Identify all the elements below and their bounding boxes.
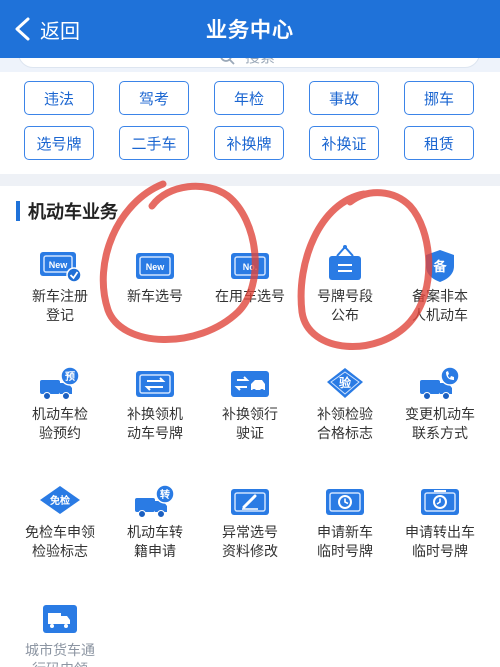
temp-plate-clock-icon xyxy=(326,489,364,515)
edit-card-icon xyxy=(231,489,269,515)
service-label: 机动车转 籍申请 xyxy=(127,525,183,560)
svg-text:验: 验 xyxy=(339,375,352,390)
new-plate-check-icon: New xyxy=(40,252,82,283)
service-abnormal-selection-edit[interactable]: 异常选号 资料修改 xyxy=(202,484,298,562)
chip-accident[interactable]: 事故 xyxy=(309,81,379,115)
chip-rental[interactable]: 租赁 xyxy=(404,126,474,160)
quick-links: 违法 驾考 年检 事故 挪车 选号牌 二手车 补换牌 补换证 租赁 xyxy=(0,72,500,174)
section-header: 机动车业务 xyxy=(16,200,118,223)
inspection-badge-icon: 验 xyxy=(327,368,363,398)
truck-transfer-icon: 转 xyxy=(135,484,175,518)
service-transfer-out-temp-plate[interactable]: 申请转出车 临时号牌 xyxy=(392,484,488,562)
service-label: 补换领行 驶证 xyxy=(222,407,278,442)
chip-annual-inspection[interactable]: 年检 xyxy=(214,81,284,115)
chip-replace-license[interactable]: 补换证 xyxy=(309,126,379,160)
svg-text:New: New xyxy=(146,262,166,272)
chip-select-plate[interactable]: 选号牌 xyxy=(24,126,94,160)
service-change-contact-info[interactable]: 变更机动车 联系方式 xyxy=(392,366,488,444)
service-vehicle-transfer[interactable]: 转 机动车转 籍申请 xyxy=(107,484,203,562)
service-used-car-plate-selection[interactable]: No. 在用车选号 xyxy=(202,248,298,307)
plate-swap-icon xyxy=(136,371,174,397)
top-bar: 返回 业务中心 xyxy=(0,0,500,58)
service-new-car-temp-plate[interactable]: 申请新车 临时号牌 xyxy=(297,484,393,562)
svg-text:转: 转 xyxy=(160,488,170,501)
service-new-car-registration[interactable]: New 新车注册 登记 xyxy=(12,248,108,326)
service-new-car-plate-selection[interactable]: New 新车选号 xyxy=(107,248,203,307)
service-label: 异常选号 资料修改 xyxy=(222,525,278,560)
svg-text:备: 备 xyxy=(432,259,447,275)
chip-violation[interactable]: 违法 xyxy=(24,81,94,115)
search-placeholder: 搜索 xyxy=(245,58,275,67)
service-label: 在用车选号 xyxy=(215,289,285,305)
svg-text:No.: No. xyxy=(243,262,258,272)
chip-move-car[interactable]: 挪车 xyxy=(404,81,474,115)
service-plate-range-announcement[interactable]: 号牌号段 公布 xyxy=(297,244,393,326)
service-label: 变更机动车 联系方式 xyxy=(405,407,475,442)
service-replace-vehicle-plate[interactable]: 补换领机 动车号牌 xyxy=(107,366,203,444)
service-label: 新车注册 登记 xyxy=(32,289,88,324)
service-label: 免检车申领 检验标志 xyxy=(25,525,95,560)
new-plate-icon: New xyxy=(136,253,174,279)
service-exempt-inspection-mark[interactable]: 免检 免检车申领 检验标志 xyxy=(12,484,108,562)
plate-number-icon: No. xyxy=(231,253,269,279)
svg-text:免检: 免检 xyxy=(50,494,70,507)
service-label: 补领检验 合格标志 xyxy=(317,407,373,442)
chip-used-car[interactable]: 二手车 xyxy=(119,126,189,160)
page-title: 业务中心 xyxy=(206,18,294,42)
search-icon xyxy=(220,58,235,65)
svg-text:预: 预 xyxy=(65,371,75,383)
city-truck-pass-icon xyxy=(43,605,77,633)
truck-phone-icon xyxy=(420,366,460,400)
chip-driving-test[interactable]: 驾考 xyxy=(119,81,189,115)
temp-plate-timer-icon xyxy=(421,489,459,515)
truck-booking-icon: 预 xyxy=(40,366,80,400)
hanging-sign-icon xyxy=(329,245,361,280)
record-shield-icon: 备 xyxy=(426,250,454,282)
service-replace-driving-license[interactable]: 补换领行 驶证 xyxy=(202,366,298,444)
service-label: 补换领机 动车号牌 xyxy=(127,407,183,442)
section-divider xyxy=(0,174,500,186)
search-input[interactable]: 搜索 xyxy=(18,58,480,68)
service-label: 申请新车 临时号牌 xyxy=(317,525,373,560)
service-inspection-booking[interactable]: 预 机动车检 验预约 xyxy=(12,366,108,444)
svg-text:New: New xyxy=(49,260,69,270)
license-swap-icon xyxy=(231,371,269,397)
chip-replace-plate[interactable]: 补换牌 xyxy=(214,126,284,160)
search-area: 搜索 xyxy=(0,58,500,72)
service-label: 新车选号 xyxy=(127,289,183,305)
service-label: 号牌号段 公布 xyxy=(317,289,373,324)
service-city-truck-pass[interactable]: 城市货车通 行码申领 xyxy=(12,602,108,667)
service-label: 机动车检 验预约 xyxy=(32,407,88,442)
exempt-badge-icon: 免检 xyxy=(40,486,80,514)
service-reissue-inspection-mark[interactable]: 验 补领检验 合格标志 xyxy=(297,366,393,444)
service-label: 备案非本 人机动车 xyxy=(412,289,468,324)
section-accent-bar xyxy=(16,201,20,221)
section-title: 机动车业务 xyxy=(28,202,118,223)
service-record-non-owner-vehicle[interactable]: 备 备案非本 人机动车 xyxy=(392,248,488,326)
service-label: 城市货车通 行码申领 xyxy=(25,643,95,667)
service-label: 申请转出车 临时号牌 xyxy=(405,525,475,560)
